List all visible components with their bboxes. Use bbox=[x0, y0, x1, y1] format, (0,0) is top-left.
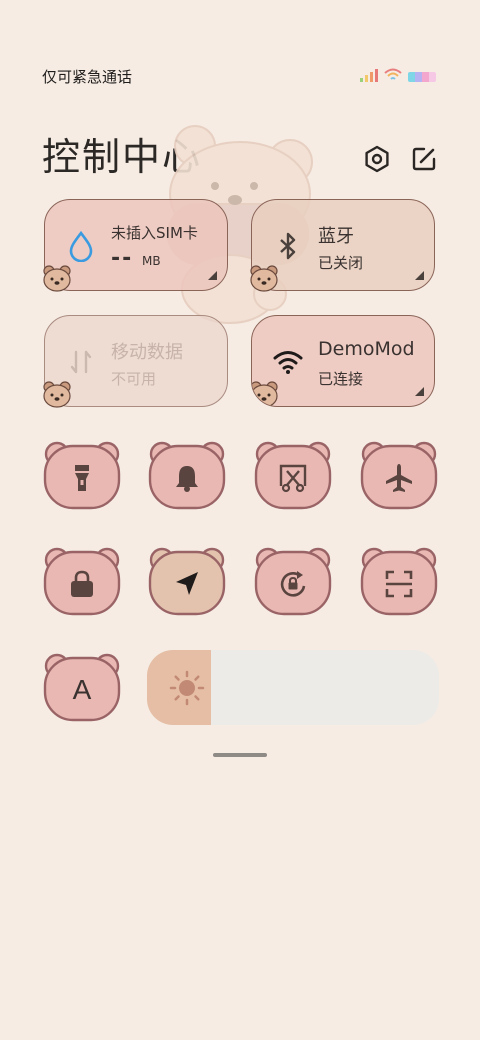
rotation-lock-icon bbox=[280, 571, 306, 597]
expand-corner-icon bbox=[208, 271, 217, 280]
sim-status-label: 未插入SIM卡 bbox=[111, 224, 198, 242]
bell-icon bbox=[176, 466, 198, 492]
flashlight-icon bbox=[75, 465, 89, 491]
data-usage-value: -- MB bbox=[111, 246, 161, 271]
edit-icon[interactable] bbox=[409, 144, 439, 174]
bluetooth-label: 蓝牙 bbox=[318, 226, 354, 247]
screenshot-toggle[interactable] bbox=[253, 440, 333, 512]
water-drop-icon bbox=[69, 230, 93, 262]
brightness-slider[interactable] bbox=[147, 650, 439, 725]
mobile-data-label: 移动数据 bbox=[111, 342, 183, 363]
font-letter-icon: A bbox=[72, 674, 92, 705]
bluetooth-icon bbox=[280, 232, 296, 260]
scanner-toggle[interactable] bbox=[359, 546, 439, 618]
status-carrier-text: 仅可紧急通话 bbox=[42, 68, 133, 86]
mobile-data-status: 不可用 bbox=[111, 370, 157, 388]
wifi-tile[interactable]: DemoMod 已连接 bbox=[251, 315, 435, 407]
signal-icon bbox=[360, 69, 378, 82]
bluetooth-status: 已关闭 bbox=[318, 254, 364, 272]
data-unit: MB bbox=[142, 254, 161, 268]
bear-badge-icon bbox=[250, 265, 278, 292]
sun-icon bbox=[169, 670, 205, 706]
font-toggle[interactable]: A bbox=[42, 652, 122, 724]
expand-corner-icon bbox=[415, 387, 424, 396]
wifi-icon bbox=[273, 351, 303, 374]
bluetooth-tile[interactable]: 蓝牙 已关闭 bbox=[250, 199, 435, 292]
location-toggle[interactable] bbox=[147, 546, 227, 618]
data-usage-tile[interactable]: 未插入SIM卡 -- MB bbox=[43, 199, 228, 292]
settings-icon[interactable] bbox=[362, 144, 392, 174]
bear-badge-icon bbox=[43, 381, 71, 408]
data-value: -- bbox=[111, 246, 134, 271]
airplane-toggle[interactable] bbox=[359, 440, 439, 512]
flashlight-toggle[interactable] bbox=[42, 440, 122, 512]
lock-toggle[interactable] bbox=[42, 546, 122, 618]
bear-badge-icon bbox=[43, 265, 71, 292]
drag-handle[interactable] bbox=[213, 753, 267, 757]
wifi-status: 已连接 bbox=[318, 370, 364, 388]
rotation-lock-toggle[interactable] bbox=[253, 546, 333, 618]
data-transfer-icon bbox=[70, 350, 92, 374]
location-arrow-icon bbox=[176, 572, 198, 595]
battery-icon bbox=[408, 72, 436, 82]
wifi-network-name: DemoMod bbox=[318, 338, 415, 360]
expand-corner-icon bbox=[415, 271, 424, 280]
lock-icon bbox=[71, 570, 93, 597]
airplane-icon bbox=[386, 464, 412, 492]
bear-badge-icon bbox=[252, 381, 278, 406]
system-icons bbox=[360, 66, 436, 82]
mobile-data-tile[interactable]: 移动数据 不可用 bbox=[43, 315, 228, 408]
scanner-icon bbox=[385, 570, 413, 598]
wifi-status-icon bbox=[384, 68, 402, 80]
bell-toggle[interactable] bbox=[147, 440, 227, 512]
screenshot-scissors-icon bbox=[279, 464, 307, 493]
